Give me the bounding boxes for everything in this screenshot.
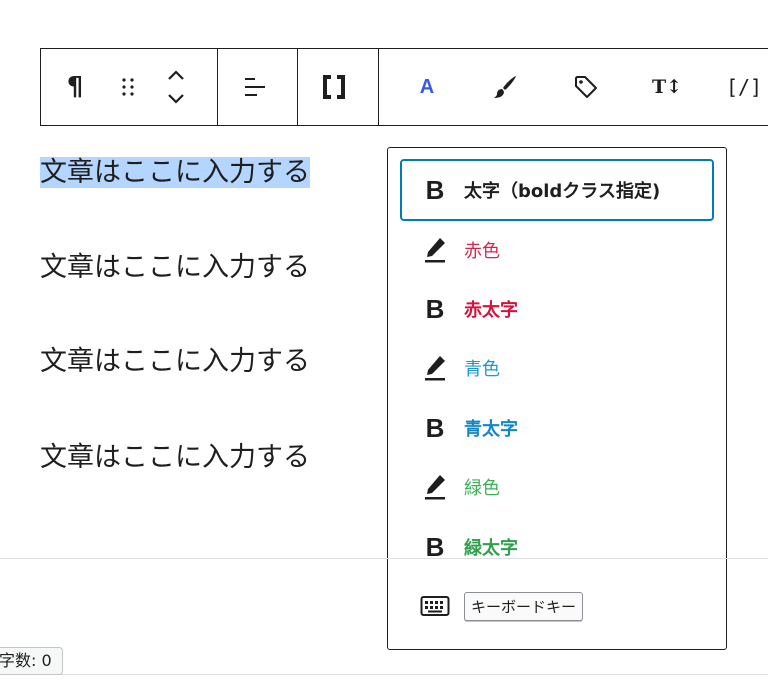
divider xyxy=(0,674,768,675)
paragraph-block-button[interactable]: ¶ xyxy=(55,49,95,125)
drag-handle-icon xyxy=(122,78,134,96)
menu-item-red-bold[interactable]: B 赤太字 xyxy=(400,280,714,338)
pen-icon xyxy=(418,353,452,383)
format-dropdown-menu: B 太字（boldクラス指定) 赤色 B 赤太字 青色 B 青太字 緑色 B 緑… xyxy=(387,147,727,650)
text-color-icon: A xyxy=(419,75,435,98)
menu-item-blue[interactable]: 青色 xyxy=(400,339,714,397)
menu-item-label: 緑色 xyxy=(464,478,500,499)
paragraph-text: 文章はここに入力する xyxy=(40,157,310,188)
editor-page: ¶ A T↕ [/] 文章はここに入力する 文章はここに入力する 文章はここに入… xyxy=(0,0,768,680)
bracket-icon xyxy=(323,75,345,99)
menu-item-red[interactable]: 赤色 xyxy=(400,221,714,279)
paragraph-text: 文章はここに入力する xyxy=(40,252,310,283)
toolbar-divider xyxy=(297,49,298,125)
menu-item-green-bold[interactable]: B 緑太字 xyxy=(400,518,714,576)
bracket-button[interactable] xyxy=(311,49,357,125)
menu-item-bold-class[interactable]: B 太字（boldクラス指定) xyxy=(400,159,714,221)
paragraph-icon: ¶ xyxy=(66,72,84,102)
align-button[interactable] xyxy=(231,49,279,125)
font-size-button[interactable]: T↕ xyxy=(642,49,692,125)
drag-handle-button[interactable] xyxy=(111,49,145,125)
paragraph-block[interactable]: 文章はここに入力する xyxy=(40,433,310,483)
highlight-button[interactable]: A xyxy=(403,49,451,125)
paragraph-block[interactable]: 文章はここに入力する xyxy=(40,148,310,198)
toolbar-divider xyxy=(217,49,218,125)
paragraph-text: 文章はここに入力する xyxy=(40,442,310,473)
menu-item-label: 太字（boldクラス指定) xyxy=(464,181,661,202)
bold-icon: B xyxy=(425,412,445,443)
menu-item-label: 緑太字 xyxy=(464,538,518,559)
move-block-button[interactable] xyxy=(159,49,193,125)
paragraph-text: 文章はここに入力する xyxy=(40,346,310,377)
divider xyxy=(0,558,768,559)
bold-icon: B xyxy=(425,174,445,205)
block-toolbar: ¶ A T↕ [/] xyxy=(40,48,768,126)
menu-item-green[interactable]: 緑色 xyxy=(400,458,714,516)
tag-icon xyxy=(575,76,597,98)
code-icon: [/] xyxy=(725,75,763,99)
menu-item-label: 青太字 xyxy=(464,419,518,440)
pen-icon xyxy=(418,472,452,502)
inline-code-button[interactable]: [/] xyxy=(719,49,768,125)
tag-button[interactable] xyxy=(562,49,610,125)
paragraph-block[interactable]: 文章はここに入力する xyxy=(40,243,310,293)
chevron-up-down-icon xyxy=(168,70,184,104)
bold-icon: B xyxy=(425,293,445,324)
paragraph-block[interactable]: 文章はここに入力する xyxy=(40,337,310,387)
keyboard-icon xyxy=(418,591,452,621)
menu-item-label: 赤色 xyxy=(464,241,500,262)
align-left-icon xyxy=(245,78,265,96)
menu-item-blue-bold[interactable]: B 青太字 xyxy=(400,399,714,457)
font-size-icon: T↕ xyxy=(651,76,683,98)
pen-icon xyxy=(418,235,452,265)
toolbar-divider xyxy=(378,49,379,125)
menu-item-keyboard-key[interactable]: キーボードキー xyxy=(400,577,714,635)
keyboard-key-label: キーボードキー xyxy=(464,591,584,621)
brush-button[interactable] xyxy=(481,49,529,125)
character-count-badge: 字数: 0 xyxy=(0,647,63,675)
brush-icon xyxy=(494,76,516,98)
menu-item-label: 青色 xyxy=(464,359,500,380)
menu-item-label: 赤太字 xyxy=(464,300,518,321)
